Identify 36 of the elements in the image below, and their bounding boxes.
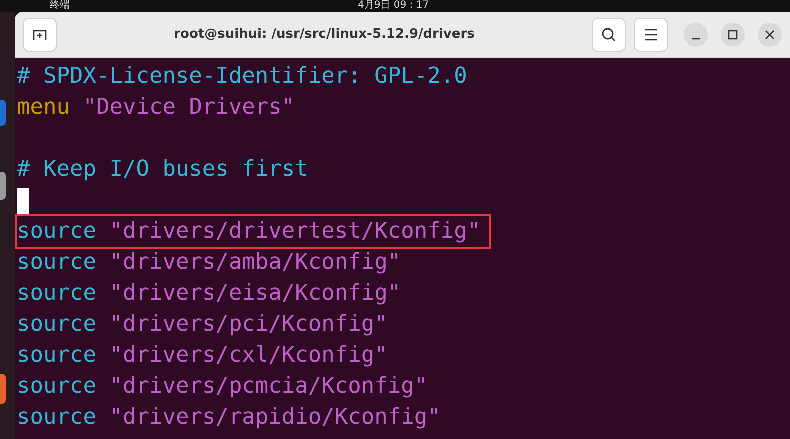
- window-title: root@suihui: /usr/src/linux-5.12.9/drivers: [173, 26, 476, 44]
- menu-icon: [644, 28, 658, 40]
- new-tab-button[interactable]: [23, 18, 57, 52]
- code-command: source: [17, 250, 96, 275]
- code-string: "drivers/cxl/Kconfig": [110, 343, 388, 368]
- dock-icon[interactable]: [0, 172, 6, 200]
- code-string: "drivers/drivertest/Kconfig": [110, 219, 481, 244]
- menu-button[interactable]: [634, 18, 668, 52]
- new-tab-icon: [32, 28, 48, 42]
- app-name: 终端: [50, 1, 70, 11]
- dock-icon[interactable]: [0, 100, 6, 126]
- code-string: "drivers/eisa/Kconfig": [110, 281, 402, 306]
- code-command: source: [17, 374, 96, 399]
- code-string: "drivers/amba/Kconfig": [110, 250, 402, 275]
- maximize-button[interactable]: [721, 22, 745, 46]
- minimize-icon: [691, 38, 701, 40]
- code-string: "drivers/pci/Kconfig": [110, 312, 388, 337]
- code-keyword: menu: [17, 95, 70, 120]
- code-string: "drivers/rapidio/Kconfig": [110, 405, 441, 430]
- close-icon: [765, 30, 775, 40]
- search-icon: [601, 26, 617, 42]
- code-comment: # SPDX-License-Identifier: GPL-2.0: [17, 64, 468, 89]
- close-button[interactable]: [758, 22, 782, 46]
- code-string: "drivers/pcmcia/Kconfig": [110, 374, 428, 399]
- code-comment: # Keep I/O buses first: [17, 157, 308, 182]
- code-command: source: [17, 281, 96, 306]
- code-command: source: [17, 219, 96, 244]
- code-command: source: [17, 312, 96, 337]
- code-command: source: [17, 343, 96, 368]
- search-button[interactable]: [592, 18, 626, 52]
- maximize-icon: [728, 30, 738, 40]
- code-command: source: [17, 405, 96, 430]
- dock-icon[interactable]: [0, 374, 6, 404]
- clock: 4月9日 09 : 17: [358, 1, 430, 11]
- text-cursor: [17, 188, 29, 214]
- code-string: "Device Drivers": [83, 95, 296, 120]
